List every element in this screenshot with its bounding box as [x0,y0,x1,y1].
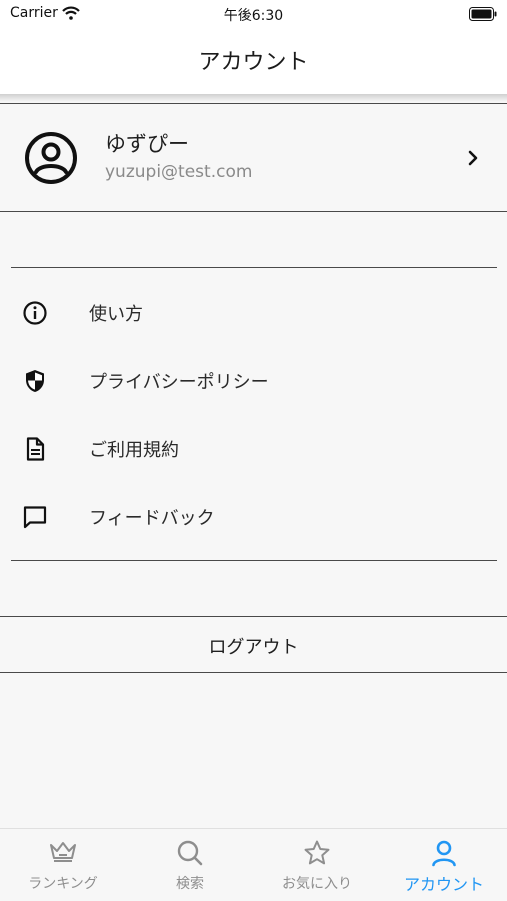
tab-bar: ランキング 検索 お気に入り アカウント [0,828,507,901]
menu-bottom-divider [11,560,497,561]
person-icon [381,839,507,871]
menu-item-label: ご利用規約 [89,440,179,461]
status-bar: Carrier 午後6:30 [0,0,507,28]
battery-icon [469,6,497,25]
logout-button[interactable]: ログアウト [0,617,507,672]
navigation-bar: アカウント [0,28,507,94]
menu-item-how-to-use[interactable]: 使い方 [0,278,507,346]
chat-icon [22,504,48,530]
tab-label: アカウント [403,875,484,894]
chevron-right-icon [467,150,479,170]
menu-item-label: フィードバック [89,508,215,529]
tab-label: お気に入り [282,876,352,892]
logout-bottom-divider [0,672,507,673]
menu-item-privacy-policy[interactable]: プライバシーポリシー [0,346,507,414]
page-title: アカウント [198,50,309,75]
star-icon [254,839,380,871]
menu-item-feedback[interactable]: フィードバック [0,482,507,550]
document-icon [22,436,48,462]
nav-shadow [0,94,507,102]
tab-search[interactable]: 検索 [127,829,253,901]
search-icon [127,839,253,871]
avatar-icon [24,131,78,189]
menu-top-divider [11,267,497,268]
crown-icon [0,839,126,869]
profile-name: ゆずぴー [105,132,189,156]
profile-bottom-divider [0,211,507,212]
shield-icon [22,368,48,394]
profile-row[interactable]: ゆずぴー yuzupi@test.com [0,104,507,211]
menu-item-label: プライバシーポリシー [89,372,269,393]
menu-item-terms[interactable]: ご利用規約 [0,414,507,482]
profile-email: yuzupi@test.com [105,162,253,182]
logout-label: ログアウト [208,637,299,658]
tab-account[interactable]: アカウント [381,829,507,901]
info-icon [22,300,48,326]
tab-favorites[interactable]: お気に入り [254,829,380,901]
menu-item-label: 使い方 [89,304,143,325]
tab-ranking[interactable]: ランキング [0,829,126,901]
clock-time: 午後6:30 [223,8,284,24]
tab-label: ランキング [28,876,98,892]
tab-label: 検索 [176,876,204,892]
